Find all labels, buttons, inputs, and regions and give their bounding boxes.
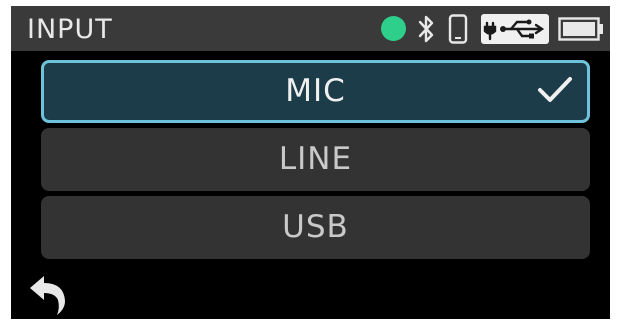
- back-arrow-icon[interactable]: [27, 274, 69, 316]
- option-usb[interactable]: USB: [41, 196, 590, 259]
- bluetooth-icon: [418, 15, 434, 43]
- option-line[interactable]: LINE: [41, 128, 590, 191]
- option-label-mic: MIC: [285, 73, 346, 109]
- battery-icon: [558, 17, 603, 41]
- option-label-line: LINE: [278, 141, 353, 177]
- usb-power-icon: [481, 14, 549, 44]
- device-screen: INPUT MIC LINE USB: [11, 6, 610, 319]
- checkmark-icon: [538, 77, 572, 102]
- option-mic[interactable]: MIC: [41, 60, 590, 123]
- status-dot-icon: [381, 16, 406, 41]
- phone-icon: [448, 14, 468, 44]
- header-bar: INPUT: [11, 6, 610, 51]
- option-label-usb: USB: [282, 209, 349, 245]
- status-icons: [11, 6, 610, 51]
